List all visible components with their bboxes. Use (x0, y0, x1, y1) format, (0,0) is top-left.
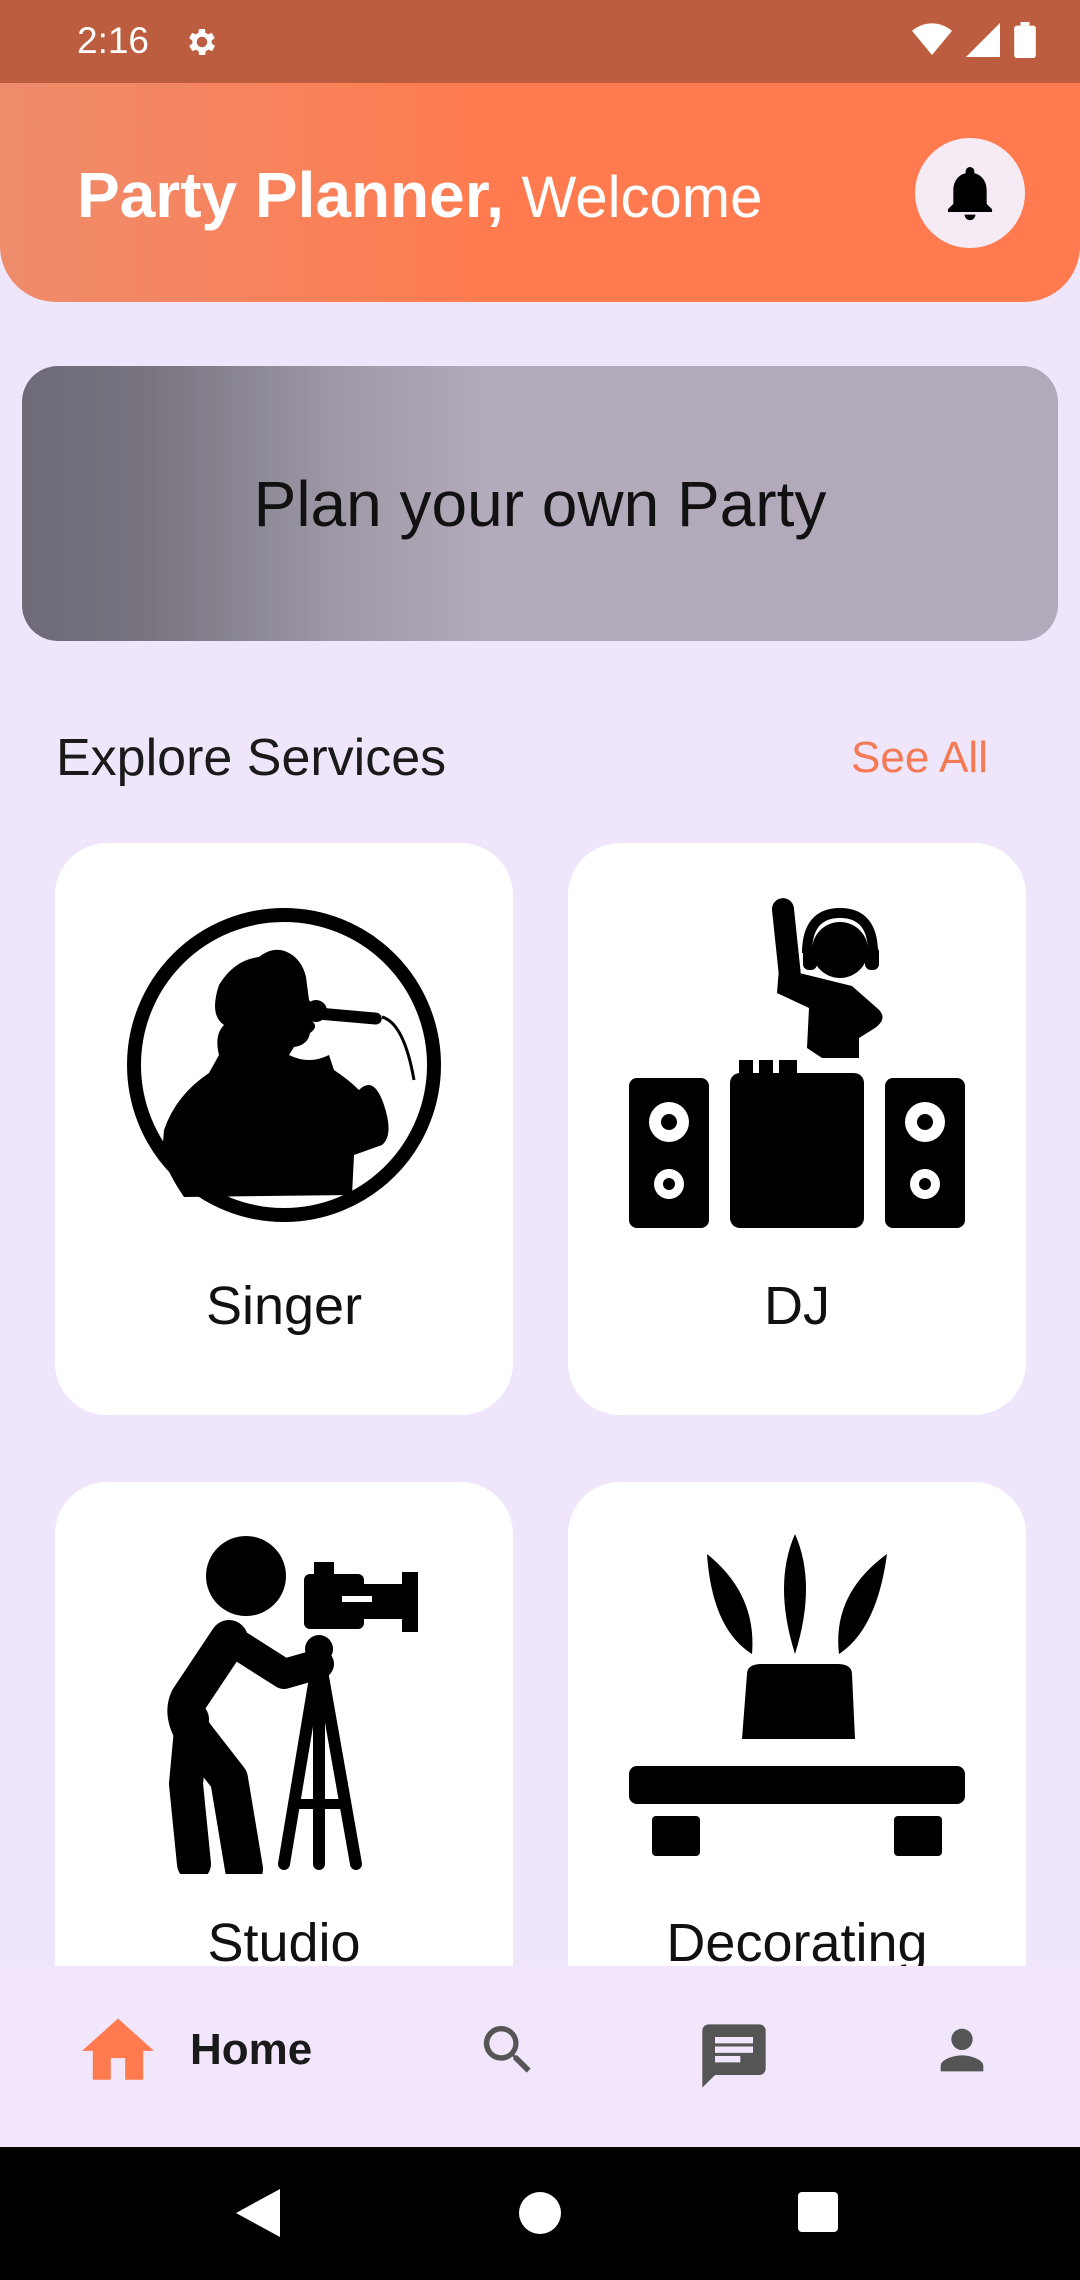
section-title: Explore Services (56, 729, 447, 787)
nav-home[interactable]: Home (82, 2018, 312, 2082)
camera-operator-icon (167, 1536, 418, 1874)
page-title: Party Planner, Welcome (77, 163, 762, 227)
nav-home-label: Home (190, 2025, 313, 2074)
brand-name: Party Planner, (77, 159, 504, 231)
plan-party-banner[interactable]: Plan your own Party (22, 366, 1058, 641)
recents-icon[interactable] (798, 2192, 838, 2232)
nav-search[interactable] (476, 2018, 540, 2087)
home-icon (82, 2018, 154, 2080)
bottom-nav: Home (0, 1966, 1080, 2147)
service-label-decorating: Decorating (666, 1913, 928, 1973)
see-all-link[interactable]: See All (851, 733, 988, 783)
signal-icon (966, 23, 1000, 62)
battery-icon (1014, 22, 1036, 63)
status-icons (912, 22, 1036, 63)
chat-icon (702, 2024, 766, 2088)
singer-icon (127, 908, 441, 1222)
service-label-singer: Singer (205, 1276, 363, 1336)
back-icon[interactable] (236, 2189, 280, 2237)
service-card-dj[interactable]: DJ (568, 843, 1026, 1415)
app-header: Party Planner, Welcome (0, 83, 1080, 302)
home-button-icon[interactable] (518, 2191, 562, 2235)
dj-icon (629, 898, 965, 1228)
welcome-text: Welcome (521, 165, 763, 230)
status-time: 2:16 (77, 20, 150, 61)
notification-button[interactable] (915, 138, 1025, 248)
service-label-dj: DJ (764, 1276, 830, 1336)
nav-profile[interactable] (930, 2018, 994, 2087)
service-card-singer[interactable]: Singer (55, 843, 513, 1415)
service-label-studio: Studio (207, 1913, 361, 1973)
plant-table-icon (629, 1534, 965, 1856)
wifi-icon (912, 23, 952, 62)
system-nav-bar (0, 2147, 1080, 2280)
status-bar: 2:16 (0, 0, 1080, 83)
bell-icon (947, 166, 993, 221)
search-icon (483, 2026, 531, 2073)
profile-icon (940, 2028, 984, 2072)
banner-text: Plan your own Party (253, 467, 827, 540)
gear-icon (184, 24, 220, 60)
nav-chat[interactable] (696, 2018, 772, 2099)
